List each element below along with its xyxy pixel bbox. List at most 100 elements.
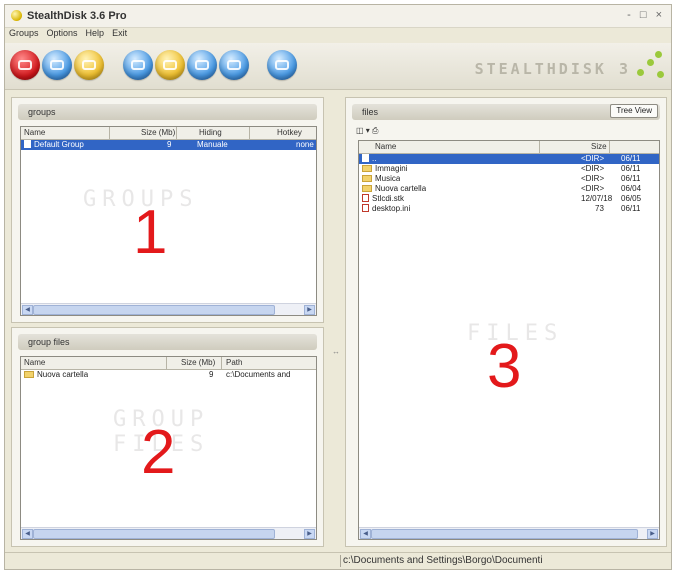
toolbar-button-blue-5[interactable] xyxy=(267,50,297,80)
group-hotkey: none xyxy=(296,140,314,149)
app-icon xyxy=(11,10,22,21)
table-row[interactable]: desktop.ini 73 06/11 xyxy=(359,204,659,214)
table-row[interactable]: Musica <DIR> 06/11 xyxy=(359,174,659,184)
current-path: c:\Documents and Settings\Borgo\Document… xyxy=(343,555,543,566)
groups-panel-header: groups xyxy=(18,104,317,120)
toolbar-icon xyxy=(275,60,289,70)
file-size: <DIR> xyxy=(581,154,605,163)
menu-exit[interactable]: Exit xyxy=(112,28,127,38)
toolbar-button-blue-3[interactable] xyxy=(187,50,217,80)
scroll-right-icon[interactable]: ▶ xyxy=(304,529,315,539)
horizontal-scrollbar[interactable]: ◀ ▶ xyxy=(21,303,316,315)
group-files-panel: group files Name Size (Mb) Path Nuova ca… xyxy=(11,327,324,547)
scroll-left-icon[interactable]: ◀ xyxy=(22,305,33,315)
files-table-header: Name Size xyxy=(359,141,659,154)
title-bar: StealthDisk 3.6 Pro - □ × xyxy=(5,5,671,28)
brand-logo: STEALTHDISK 3 xyxy=(474,60,631,78)
column-path[interactable]: Path xyxy=(226,358,242,367)
toolbar-icon xyxy=(227,60,241,70)
table-row[interactable]: Nuova cartella <DIR> 06/04 xyxy=(359,184,659,194)
toolbar-button-red[interactable] xyxy=(10,50,40,80)
file-date: 06/11 xyxy=(621,204,641,213)
toolbar-icon xyxy=(195,60,209,70)
column-name[interactable]: Name xyxy=(24,358,45,367)
file-name: Nuova cartella xyxy=(375,184,427,193)
drive-selector-icon[interactable]: ◫ ▾ ⎙ xyxy=(356,126,378,136)
menu-options[interactable]: Options xyxy=(47,28,78,38)
app-window: StealthDisk 3.6 Pro - □ × Groups Options H… xyxy=(4,4,672,570)
file-icon xyxy=(362,204,369,212)
scroll-left-icon[interactable]: ◀ xyxy=(360,529,371,539)
menu-help[interactable]: Help xyxy=(86,28,105,38)
scroll-thumb[interactable] xyxy=(33,305,275,315)
file-date: 06/11 xyxy=(621,154,641,163)
toolbar-button-blue-4[interactable] xyxy=(219,50,249,80)
folder-icon xyxy=(362,165,372,172)
toolbar-icon xyxy=(18,60,32,70)
group-name: Default Group xyxy=(34,140,84,149)
table-row[interactable]: Immagini <DIR> 06/11 xyxy=(359,164,659,174)
scroll-right-icon[interactable]: ▶ xyxy=(647,529,658,539)
file-date: 06/11 xyxy=(621,174,641,183)
table-row[interactable]: .. <DIR> 06/11 xyxy=(359,154,659,164)
toolbar-button-yellow-2[interactable] xyxy=(155,50,185,80)
horizontal-scrollbar[interactable]: ◀ ▶ xyxy=(359,527,659,539)
group-files-table: Name Size (Mb) Path Nuova cartella 9 c:\… xyxy=(20,356,317,540)
toolbar-button-yellow[interactable] xyxy=(74,50,104,80)
file-size: <DIR> xyxy=(581,164,605,173)
file-name: desktop.ini xyxy=(372,204,411,213)
column-name[interactable]: Name xyxy=(375,142,396,151)
table-row[interactable]: Default Group 9 Manuale none xyxy=(21,140,316,150)
scroll-thumb[interactable] xyxy=(33,529,275,539)
group-files-panel-header: group files xyxy=(18,334,317,350)
scroll-right-icon[interactable]: ▶ xyxy=(304,305,315,315)
toolbar-icon xyxy=(163,60,177,70)
file-size: 73 xyxy=(595,204,604,213)
tree-view-button[interactable]: Tree View xyxy=(610,104,658,118)
file-date: 06/04 xyxy=(621,184,642,193)
window-controls[interactable]: - □ × xyxy=(627,9,665,21)
window-title: StealthDisk 3.6 Pro xyxy=(27,10,127,22)
group-files-table-header: Name Size (Mb) Path xyxy=(21,357,316,370)
menu-groups[interactable]: Groups xyxy=(9,28,39,38)
toolbar-button-blue[interactable] xyxy=(42,50,72,80)
group-hiding: Manuale xyxy=(197,140,228,149)
column-size[interactable]: Size (Mb) xyxy=(141,128,175,137)
folder-icon xyxy=(362,185,372,192)
column-name[interactable]: Name xyxy=(24,128,45,137)
file-icon xyxy=(362,194,369,202)
status-bar: c:\Documents and Settings\Borgo\Document… xyxy=(5,552,671,569)
groups-table-header: Name Size (Mb) Hiding Hotkey xyxy=(21,127,316,140)
column-size[interactable]: Size xyxy=(591,142,607,151)
file-path: c:\Documents and xyxy=(226,370,291,379)
table-row[interactable]: Stlcdi.stk 12/07/18 06/05 xyxy=(359,194,659,204)
files-panel: files Tree View ◫ ▾ ⎙ Name Size .. <DIR>… xyxy=(345,97,667,547)
file-name: Immagini xyxy=(375,164,408,173)
scroll-left-icon[interactable]: ◀ xyxy=(22,529,33,539)
column-hiding[interactable]: Hiding xyxy=(199,128,222,137)
group-size: 9 xyxy=(167,140,172,149)
table-row[interactable]: Nuova cartella 9 c:\Documents and xyxy=(21,370,316,380)
file-size: <DIR> xyxy=(581,184,605,193)
horizontal-scrollbar[interactable]: ◀ ▶ xyxy=(21,527,316,539)
file-size: <DIR> xyxy=(581,174,605,183)
splitter-grip-icon: ↔ xyxy=(332,347,340,356)
region-number: 3 xyxy=(487,332,522,401)
region-number: 2 xyxy=(141,418,176,487)
scroll-thumb[interactable] xyxy=(371,529,638,539)
toolbar-icon xyxy=(50,60,64,70)
file-name: .. xyxy=(372,154,377,163)
folder-icon xyxy=(24,371,34,378)
menu-bar: Groups Options Help Exit xyxy=(5,28,671,42)
toolbar-button-blue-2[interactable] xyxy=(123,50,153,80)
up-folder-icon xyxy=(362,154,369,162)
column-size[interactable]: Size (Mb) xyxy=(181,358,215,367)
groups-table: Name Size (Mb) Hiding Hotkey Default Gro… xyxy=(20,126,317,316)
panel-splitter[interactable]: ↔ xyxy=(329,97,343,547)
region-number: 1 xyxy=(133,198,168,267)
file-size: 9 xyxy=(209,370,214,379)
toolbar: STEALTHDISK 3 xyxy=(5,43,671,90)
file-name: Nuova cartella xyxy=(37,370,89,379)
file-date: 06/05 xyxy=(621,194,642,203)
column-hotkey[interactable]: Hotkey xyxy=(277,128,302,137)
